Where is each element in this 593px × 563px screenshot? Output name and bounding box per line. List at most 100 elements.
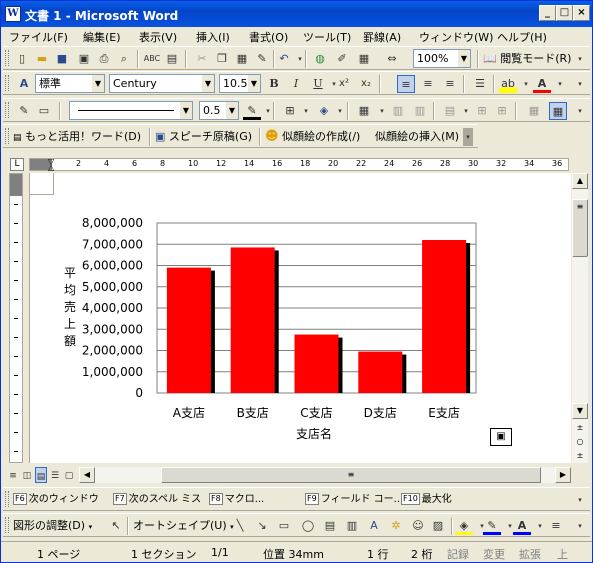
print-preview-icon[interactable]: ⌕ [115, 50, 133, 68]
line-icon[interactable]: ╲ [231, 517, 249, 535]
bullets-icon[interactable]: ☰ [471, 75, 489, 93]
open-folder-icon[interactable]: ▬ [33, 50, 51, 68]
status-rec[interactable]: 記録 [447, 546, 469, 562]
status-trk[interactable]: 変更 [483, 546, 505, 562]
highlight-icon[interactable]: ab [499, 75, 517, 93]
fkey-f6-button[interactable]: F6 次のウィンドウ [13, 491, 99, 509]
permission-icon[interactable]: ▣ [75, 50, 93, 68]
format-painter-icon[interactable]: ✎ [253, 50, 271, 68]
scroll-right-icon[interactable]: ▶ [555, 467, 571, 483]
oval-icon[interactable]: ◯ [299, 517, 317, 535]
vertical-textbox-icon[interactable]: ▥ [343, 517, 361, 535]
draw-adjust-button[interactable]: 図形の調整(D) ▾ [13, 517, 92, 535]
horizontal-scroll-track[interactable]: ≡ [95, 467, 555, 483]
align-right-icon[interactable]: ≡ [441, 75, 459, 93]
normal-view-icon[interactable]: ≡ [7, 467, 19, 483]
autoshapes-button[interactable]: オートシェイプ(U) ▾ [133, 517, 234, 535]
spelling-icon[interactable]: ABC [143, 50, 161, 68]
reading-mode-button[interactable]: 📖 閲覧モード(R) [483, 50, 571, 68]
horizontal-ruler[interactable]: ▽ △ 2 4 6 8 10 12 14 16 18 20 22 24 26 28 30 32 34 36 [29, 158, 569, 172]
reading-view-icon[interactable]: ▢ [63, 467, 75, 483]
fkey-f9-button[interactable]: F9 フィールド コー.. [305, 491, 400, 509]
portrait-create-button[interactable]: ☻ 似顔絵の作成(/) [265, 128, 360, 146]
save-icon[interactable]: ■ [53, 50, 71, 68]
toolbar-options-icon[interactable]: ▾ [571, 75, 589, 93]
toolbar-options-icon[interactable]: ▾ [571, 491, 589, 509]
new-document-icon[interactable]: ▯ [13, 50, 31, 68]
font-combo[interactable]: Century ▼ [109, 74, 215, 93]
toolbar-grip[interactable] [5, 50, 9, 66]
italic-button[interactable]: I [287, 75, 305, 93]
menu-insert[interactable]: 挿入(I) [196, 29, 230, 45]
distribute-columns-icon[interactable]: ⊞ [493, 102, 511, 120]
fkey-f8-button[interactable]: F8 マクロ... [209, 491, 264, 509]
arrow-icon[interactable]: ↘ [253, 517, 271, 535]
menu-table[interactable]: 罫線(A) [363, 29, 401, 45]
minimize-button[interactable]: _ [539, 5, 556, 21]
align-justify-icon[interactable]: ≡ [397, 75, 415, 93]
zoom-combo[interactable]: 100% ▼ [413, 49, 471, 68]
outline-view-icon[interactable]: ☰ [49, 467, 61, 483]
paste-options-icon[interactable]: ▣ [490, 428, 512, 446]
menu-file[interactable]: ファイル(F) [9, 29, 68, 45]
font-color-dropdown-icon[interactable]: ▾ [551, 75, 569, 93]
fkey-f10-button[interactable]: F10 最大化 [401, 491, 452, 509]
drawing-toggle-icon[interactable]: ✐ [333, 50, 351, 68]
scroll-left-icon[interactable]: ◀ [79, 467, 95, 483]
menu-tools[interactable]: ツール(T) [303, 29, 351, 45]
insert-table-icon[interactable]: ▦ [355, 50, 373, 68]
speech-button[interactable]: ▣ スピーチ原稿(G) [155, 128, 252, 146]
menu-window[interactable]: ウィンドウ(W) [419, 29, 493, 45]
menu-edit[interactable]: 編集(E) [83, 29, 121, 45]
paste-icon[interactable]: ▦ [233, 50, 251, 68]
toolbar-grip[interactable] [5, 102, 9, 118]
font-color-icon[interactable]: A [513, 517, 531, 535]
fkey-f7-button[interactable]: F7 次のスペル ミス [113, 491, 201, 509]
menu-format[interactable]: 書式(O) [249, 29, 288, 45]
line-color-icon[interactable]: ✎ [483, 517, 501, 535]
restore-button[interactable]: □ [556, 5, 573, 21]
align-center-icon[interactable]: ≡ [419, 75, 437, 93]
toolbar-grip[interactable] [5, 75, 9, 91]
table-autoformat-icon[interactable]: ▦ [525, 102, 543, 120]
print-layout-view-icon[interactable]: ▤ [35, 467, 47, 483]
chevron-down-icon[interactable]: ▼ [248, 75, 260, 92]
toolbar-options-icon[interactable]: ▾ [463, 128, 473, 146]
menu-help[interactable]: ヘルプ(H) [497, 29, 547, 45]
styles-formatting-icon[interactable]: A [15, 75, 33, 93]
web-view-icon[interactable]: ◫ [21, 467, 33, 483]
scroll-thumb[interactable]: ≡ [572, 199, 588, 257]
toolbar-grip[interactable] [5, 128, 9, 144]
font-size-combo[interactable]: 10.5 ▼ [219, 74, 261, 93]
more-word-button[interactable]: ▤ もっと活用！ワード(D) [13, 128, 141, 146]
horizontal-scroll-thumb[interactable]: ≡ [161, 467, 541, 483]
draw-table-icon[interactable]: ✎ [15, 102, 33, 120]
research-icon[interactable]: ▤ [163, 50, 181, 68]
status-ext[interactable]: 拡張 [519, 546, 541, 562]
copy-icon[interactable]: ❐ [213, 50, 231, 68]
hyperlink-icon[interactable]: ◍ [311, 50, 329, 68]
line-style-icon[interactable]: ≡ [547, 517, 565, 535]
diagram-icon[interactable]: ✲ [387, 517, 405, 535]
cut-icon[interactable]: ✂ [193, 50, 211, 68]
sales-bar-chart[interactable]: 0 1,000,000 2,000,000 3,000,000 4,000,000 5,0… [30, 173, 571, 463]
tab-selector-icon[interactable]: L [10, 158, 24, 171]
chevron-down-icon[interactable]: ▼ [202, 75, 214, 92]
word-app-icon[interactable]: W [5, 6, 21, 22]
wordart-icon[interactable]: A [365, 517, 383, 535]
picture-icon[interactable]: ▨ [429, 517, 447, 535]
title-bar[interactable]: W 文書 1 - Microsoft Word _ □ × [1, 1, 592, 27]
print-icon[interactable]: ⎙ [95, 50, 113, 68]
merge-cells-icon[interactable]: ▥ [389, 102, 407, 120]
scroll-down-icon[interactable]: ▼ [572, 403, 588, 419]
status-ovr[interactable]: 上 [557, 546, 568, 562]
close-button[interactable]: × [573, 5, 590, 21]
toolbar-grip[interactable] [5, 491, 9, 507]
rectangle-icon[interactable]: ▭ [275, 517, 293, 535]
toolbar-grip[interactable] [5, 517, 9, 533]
vertical-ruler[interactable] [9, 173, 23, 463]
font-color-icon[interactable]: A [533, 75, 551, 93]
distribute-rows-icon[interactable]: ⊞ [473, 102, 491, 120]
toolbar-options-icon[interactable]: ▾ [571, 517, 589, 535]
chevron-down-icon[interactable]: ▼ [92, 75, 104, 92]
